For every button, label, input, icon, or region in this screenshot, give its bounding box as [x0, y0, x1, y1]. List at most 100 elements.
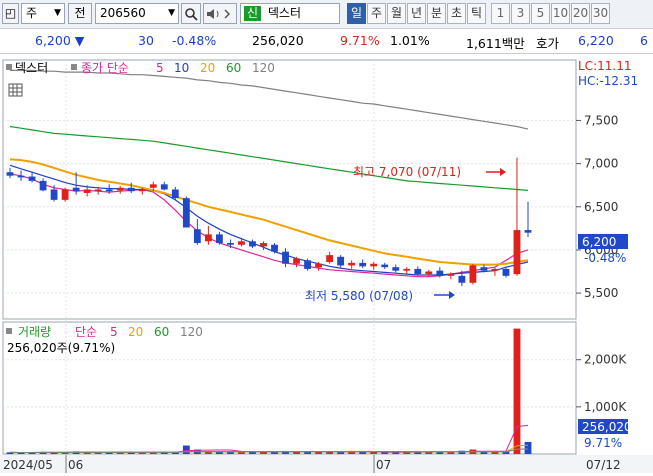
chart-area[interactable]: 덱스터 종가 단순 5 10 20 60 120 LC:11.11 HC:-12.31 … — [0, 54, 653, 473]
table-icon[interactable] — [8, 83, 23, 97]
price-tick-label: 6,500 — [584, 200, 618, 214]
lc-text: LC:11.11 — [578, 59, 631, 73]
credit-badge: 신 — [244, 6, 262, 21]
code-type-select[interactable]: 주 ▼ — [21, 3, 65, 24]
price-panel-title: 덱스터 — [15, 61, 48, 75]
candle-body — [17, 175, 25, 178]
toolbar: ◰ 주 ▼ 전 206560 ▼ 신 덱스터 일 주 월 년 분 초 틱 1 3 5 10 20 30 — [0, 0, 653, 29]
x-axis-label: 07/12 — [586, 458, 621, 472]
candle-body — [182, 198, 190, 228]
volume-ma-legend-60: 60 — [154, 325, 169, 339]
price-axis: 7,5007,0006,5006,0005,500 — [576, 113, 618, 300]
volume-ma-legend-20: 20 — [128, 325, 143, 339]
volume-ma-legend-5: 5 — [110, 325, 118, 339]
candle-body — [469, 265, 477, 283]
low-annotation: 최저 5,580 (07/08) — [305, 289, 413, 303]
period-tab-3[interactable]: 년 — [407, 3, 426, 24]
candle-body — [381, 264, 389, 268]
bid-extra: 6 — [640, 33, 648, 48]
bid-label: 호가 — [536, 36, 560, 51]
candle-body — [414, 268, 422, 275]
candle-body — [315, 263, 323, 268]
volume-bar — [227, 452, 234, 454]
volume-legend-ma: 단순 — [75, 325, 97, 339]
ma-legend-10: 10 — [174, 61, 189, 75]
turnover-ratio: 1.01% — [390, 33, 430, 48]
candle-body — [326, 255, 334, 263]
minute-step-3[interactable]: 10 — [551, 3, 570, 24]
search-icon[interactable] — [181, 3, 201, 24]
candle-body — [502, 268, 510, 276]
candle-body — [304, 260, 311, 269]
candle-body — [524, 230, 532, 233]
candle-body — [392, 267, 400, 271]
volume-axis: 2,000K 1,000K — [576, 353, 627, 414]
period-tab-2[interactable]: 월 — [387, 3, 406, 24]
candle-body — [28, 176, 36, 181]
candle-body — [458, 275, 466, 283]
candle-body — [94, 189, 102, 192]
candle-body — [193, 229, 201, 244]
candle-body — [348, 262, 356, 266]
volume-current-text: 256,020주(9.71%) — [7, 341, 115, 355]
minute-step-1[interactable]: 3 — [511, 3, 530, 24]
volume-bar — [238, 452, 245, 454]
candle-body — [337, 256, 345, 266]
price-tick-label: 5,500 — [584, 286, 618, 300]
panel-handle-icon[interactable] — [6, 64, 12, 70]
prev-button[interactable]: 전 — [68, 3, 92, 24]
candle-body — [50, 189, 58, 200]
period-tab-1[interactable]: 주 — [367, 3, 386, 24]
minute-step-5[interactable]: 30 — [591, 3, 610, 24]
candle-body — [480, 267, 488, 271]
volume-legend-label: 거래량 — [18, 325, 51, 339]
candle-body — [271, 244, 278, 252]
candle-body — [127, 187, 135, 192]
legend-handle-icon[interactable] — [71, 64, 77, 70]
stock-name-field[interactable]: 신 덱스터 — [240, 3, 340, 24]
change-percent: -0.48% — [172, 33, 217, 48]
volume-bar — [524, 441, 532, 454]
candle-body — [61, 189, 69, 200]
price-legend-label: 종가 단순 — [81, 61, 129, 75]
ma-legend-5: 5 — [156, 61, 164, 75]
candle-body — [249, 241, 256, 247]
candle-body — [138, 189, 146, 192]
speaker-icon[interactable] — [203, 3, 237, 24]
ma-legend-20: 20 — [200, 61, 215, 75]
minute-step-2[interactable]: 5 — [531, 3, 550, 24]
chevron-down-icon: ▼ — [168, 8, 175, 18]
volume-pct-text: 9.71% — [584, 436, 622, 450]
panel-handle-icon[interactable] — [6, 328, 12, 334]
x-axis-label: 07 — [376, 458, 391, 472]
candle-body — [359, 262, 367, 267]
volume-bar — [359, 452, 367, 454]
candle-body — [116, 187, 124, 191]
candle-body — [491, 268, 499, 271]
minute-step-4[interactable]: 20 — [571, 3, 590, 24]
volume-ratio: 9.71% — [340, 33, 380, 48]
volume-tick-label: 1,000K — [584, 400, 627, 414]
volume-bar — [182, 445, 190, 454]
stock-code-input[interactable]: 206560 ▼ — [95, 3, 179, 24]
period-tab-6[interactable]: 틱 — [467, 3, 486, 24]
x-axis-label: 06 — [68, 458, 83, 472]
candle-body — [447, 274, 455, 276]
candle-body — [282, 251, 289, 264]
candle-body — [83, 189, 91, 193]
period-tab-4[interactable]: 분 — [427, 3, 446, 24]
window-menu-icon[interactable]: ◰ — [2, 3, 19, 24]
period-tab-5[interactable]: 초 — [447, 3, 466, 24]
bid-price: 6,220 — [578, 33, 614, 48]
period-tab-0[interactable]: 일 — [347, 3, 366, 24]
candle-body — [39, 180, 47, 191]
candle-body — [6, 172, 14, 176]
minute-step-0[interactable]: 1 — [491, 3, 510, 24]
candle-body — [171, 189, 179, 199]
candle-body — [370, 263, 378, 267]
candle-body — [227, 243, 234, 245]
candle-body — [260, 243, 267, 247]
stock-chart[interactable]: 덱스터 종가 단순 5 10 20 60 120 LC:11.11 HC:-12.31 … — [0, 54, 653, 473]
x-axis-bar — [0, 455, 653, 473]
candle-body — [149, 184, 157, 188]
